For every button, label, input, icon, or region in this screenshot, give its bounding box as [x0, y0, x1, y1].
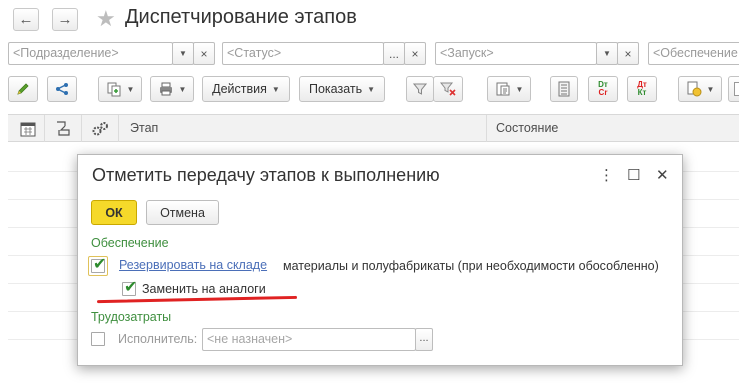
filter-status-clear[interactable]: × [404, 42, 426, 65]
reserve-description: материалы и полуфабрикаты (при необходим… [283, 259, 659, 273]
checkmark-icon: ✔ [93, 256, 107, 273]
column-divider [486, 115, 487, 142]
dt-kt-icon: Дт Кт [637, 80, 647, 97]
list-icon [558, 81, 570, 97]
ok-button[interactable]: ОК [91, 200, 137, 225]
filter-status-select[interactable]: ... [383, 42, 405, 65]
executor-select-button[interactable]: ... [415, 328, 433, 351]
actions-button[interactable]: Действия ▼ [202, 76, 290, 102]
funnel-icon [413, 83, 427, 95]
arrow-left-icon: ← [18, 11, 34, 28]
cancel-button[interactable]: Отмена [146, 200, 219, 225]
caret-down-icon: ▼ [271, 84, 280, 94]
gears-icon[interactable] [92, 121, 109, 136]
filter-button[interactable] [406, 76, 434, 102]
toolbar-overflow-icon [734, 82, 739, 96]
dialog-title: Отметить передачу этапов к выполнению [92, 165, 440, 185]
more-toolbar-button[interactable] [728, 76, 739, 102]
filter-department-clear[interactable]: × [193, 42, 215, 65]
caret-down-icon: ▼ [178, 84, 187, 94]
stage-flow-icon[interactable] [55, 120, 73, 137]
ledger-entries-button[interactable]: Дт Кт [627, 76, 657, 102]
filter-status-input[interactable]: <Статус> [222, 42, 384, 65]
caret-down-icon: ▼ [515, 84, 524, 94]
forward-button[interactable]: → [52, 8, 78, 31]
page-title: Диспетчирование этапов [125, 6, 357, 28]
caret-down-icon: ▼ [179, 49, 187, 58]
column-divider [118, 115, 119, 142]
filter-department-input[interactable]: <Подразделение> [8, 42, 173, 65]
filter-launch-clear[interactable]: × [617, 42, 639, 65]
replace-analogs-label[interactable]: Заменить на аналоги [142, 282, 266, 296]
copy-document-icon [107, 82, 121, 97]
back-button[interactable]: ← [13, 8, 39, 31]
structure-button[interactable] [47, 76, 77, 102]
filter-launch-input[interactable]: <Запуск> [435, 42, 597, 65]
caret-down-icon: ▼ [367, 84, 376, 94]
document-clock-icon [687, 81, 702, 97]
print-button[interactable]: ▼ [150, 76, 194, 102]
printer-icon [159, 82, 172, 96]
table-header: Этап Состояние [8, 114, 739, 142]
column-header-stage[interactable]: Этап [130, 121, 158, 135]
replace-analogs-checkbox[interactable]: ✔ [122, 279, 137, 296]
column-header-state[interactable]: Состояние [496, 121, 558, 135]
attachments-button[interactable]: ▼ [678, 76, 722, 102]
filter-department-dropdown[interactable]: ▼ [172, 42, 194, 65]
reports-button[interactable]: ▼ [487, 76, 531, 102]
pencil-icon [17, 83, 29, 95]
arrow-right-icon: → [57, 11, 73, 28]
column-divider [44, 115, 45, 142]
report-icon [496, 82, 510, 96]
checkmark-icon: ✔ [124, 279, 138, 296]
mark-stages-dialog: Отметить передачу этапов к выполнению ⋮ … [77, 154, 683, 366]
edit-button[interactable] [8, 76, 38, 102]
clear-icon: × [200, 46, 208, 61]
filter-launch-dropdown[interactable]: ▼ [596, 42, 618, 65]
section-labor-heading: Трудозатраты [91, 310, 172, 324]
calendar-icon[interactable] [20, 121, 36, 137]
executor-input[interactable]: <не назначен> [202, 328, 416, 351]
main-window: ← → ★ Диспетчирование этапов <Подразделе… [0, 0, 739, 383]
clear-icon: × [624, 46, 632, 61]
filter-supply-input[interactable]: <Обеспечение [648, 42, 739, 65]
accounting-entries-button[interactable]: Dт Cr [588, 76, 618, 102]
show-label: Показать [308, 82, 363, 96]
column-divider [81, 115, 82, 142]
clear-filter-button[interactable] [433, 76, 463, 102]
list-button[interactable] [550, 76, 578, 102]
actions-label: Действия [212, 82, 267, 96]
funnel-clear-icon [440, 82, 456, 96]
executor-label: Исполнитель: [118, 332, 198, 346]
dt-cr-icon: Dт Cr [598, 80, 608, 97]
dots-icon: ... [388, 46, 399, 61]
reserve-checkbox[interactable]: ✔ [91, 256, 106, 273]
hierarchy-icon [56, 83, 68, 95]
create-based-on-button[interactable]: ▼ [98, 76, 142, 102]
section-supply-heading: Обеспечение [91, 236, 169, 250]
maximize-icon[interactable]: ☐ [627, 166, 640, 184]
show-button[interactable]: Показать ▼ [299, 76, 385, 102]
favorite-star-icon[interactable]: ★ [96, 7, 116, 31]
reserve-link[interactable]: Резервировать на складе [119, 258, 267, 272]
caret-down-icon: ▼ [126, 84, 135, 94]
caret-down-icon: ▼ [706, 84, 715, 94]
executor-checkbox[interactable] [91, 332, 105, 346]
clear-icon: × [411, 46, 419, 61]
caret-down-icon: ▼ [603, 49, 611, 58]
close-icon[interactable]: ✕ [656, 166, 669, 184]
more-menu-icon[interactable]: ⋮ [599, 166, 614, 184]
